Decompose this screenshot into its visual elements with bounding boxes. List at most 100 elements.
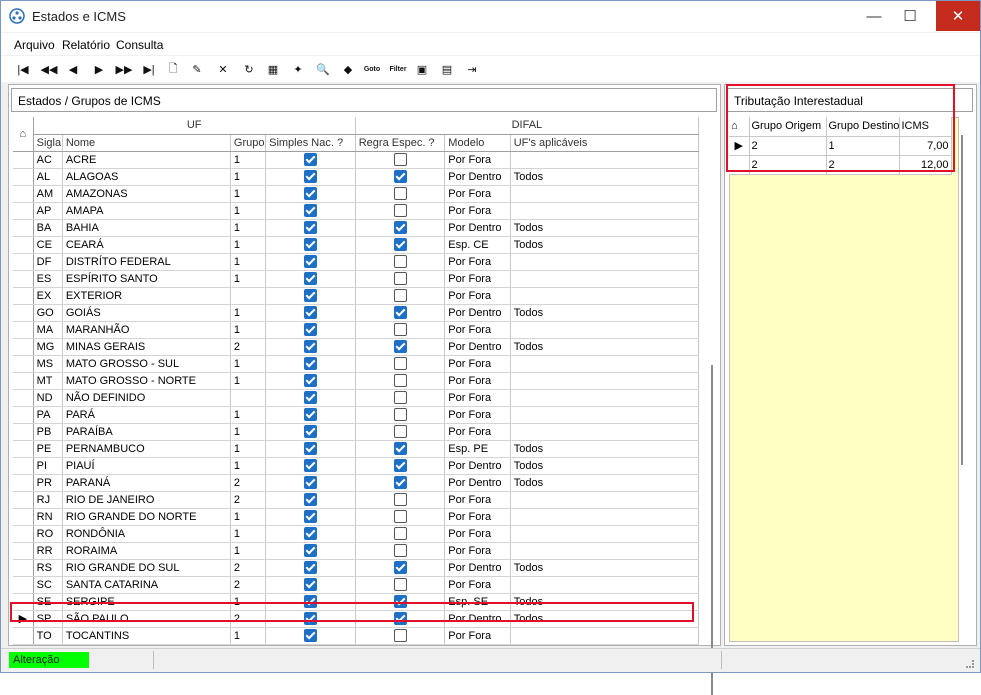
cell-grupo[interactable]: 1 <box>230 304 267 322</box>
cell-regra[interactable] <box>355 287 446 305</box>
cell-sigla[interactable]: DF <box>33 253 63 271</box>
cell-modelo[interactable]: Por Fora <box>444 151 511 169</box>
cell-sigla[interactable]: PI <box>33 457 63 475</box>
cell-simples[interactable] <box>265 219 356 237</box>
cell-ufs[interactable] <box>510 185 700 203</box>
cell-grupo[interactable]: 2 <box>230 474 267 492</box>
regra-checkbox[interactable] <box>393 425 407 438</box>
cell-grupo[interactable]: 1 <box>230 219 267 237</box>
simples-checkbox[interactable] <box>303 272 317 285</box>
cell-modelo[interactable]: Por Fora <box>444 202 511 220</box>
table-row[interactable]: PE PERNAMBUCO 1 Esp. PE Todos <box>13 440 700 458</box>
row-indicator[interactable] <box>13 491 34 509</box>
cell-grupo[interactable]: 1 <box>230 372 267 390</box>
simples-checkbox[interactable] <box>303 578 317 591</box>
prior-record-icon[interactable]: ◀ <box>63 59 83 79</box>
menu-relatorio[interactable]: Relatório <box>62 38 110 52</box>
simples-checkbox[interactable] <box>303 255 317 268</box>
table-row[interactable]: PR PARANÁ 2 Por Dentro Todos <box>13 474 700 492</box>
cell-modelo[interactable]: Por Dentro <box>444 457 511 475</box>
row-indicator[interactable] <box>13 406 34 424</box>
cell-grupo[interactable]: 2 <box>230 338 267 356</box>
filter-icon[interactable]: Filter <box>388 59 408 79</box>
cell-modelo[interactable]: Por Dentro <box>444 304 511 322</box>
regra-checkbox[interactable] <box>393 578 407 591</box>
cell-modelo[interactable]: Esp. CE <box>444 236 511 254</box>
cell-modelo[interactable]: Por Fora <box>444 372 511 390</box>
table-row[interactable]: RJ RIO DE JANEIRO 2 Por Fora <box>13 491 700 509</box>
cell-regra[interactable] <box>355 559 446 577</box>
regra-checkbox[interactable] <box>393 221 407 234</box>
cell-nome[interactable]: CEARÁ <box>62 236 231 254</box>
states-grid[interactable]: ⌂ UF DIFAL Sigla Nome Grupo Simples Nac.… <box>13 117 700 645</box>
cell-sigla[interactable]: PA <box>33 406 63 424</box>
col-grupo[interactable]: Grupo <box>230 134 267 152</box>
cell-ufs[interactable]: Todos <box>510 219 700 237</box>
cell-grupo[interactable] <box>230 389 267 407</box>
cell-simples[interactable] <box>265 508 356 526</box>
regra-checkbox[interactable] <box>393 527 407 540</box>
cell-simples[interactable] <box>265 559 356 577</box>
regra-checkbox[interactable] <box>393 408 407 421</box>
regra-checkbox[interactable] <box>393 170 407 183</box>
cell-sigla[interactable]: PR <box>33 474 63 492</box>
menu-consulta[interactable]: Consulta <box>116 38 163 52</box>
regra-checkbox[interactable] <box>393 510 407 523</box>
cell-modelo[interactable]: Por Fora <box>444 491 511 509</box>
cell-sigla[interactable]: BA <box>33 219 63 237</box>
cell-ufs[interactable]: Todos <box>510 304 700 322</box>
regra-checkbox[interactable] <box>393 374 407 387</box>
cell-grupo[interactable]: 1 <box>230 236 267 254</box>
cell-ufs[interactable]: Todos <box>510 236 700 254</box>
regra-checkbox[interactable] <box>393 629 407 642</box>
row-indicator[interactable] <box>13 576 34 594</box>
cell-simples[interactable] <box>265 491 356 509</box>
regra-checkbox[interactable] <box>393 323 407 336</box>
cell-ufs[interactable] <box>510 491 700 509</box>
cell-ufs[interactable]: Todos <box>510 168 700 186</box>
cell-modelo[interactable]: Por Fora <box>444 406 511 424</box>
cell-simples[interactable] <box>265 457 356 475</box>
cell-nome[interactable]: PARÁ <box>62 406 231 424</box>
col-nome[interactable]: Nome <box>62 134 231 152</box>
row-indicator[interactable] <box>13 304 34 322</box>
states-scrollbar[interactable] <box>711 365 713 695</box>
cell-nome[interactable]: BAHIA <box>62 219 231 237</box>
simples-checkbox[interactable] <box>303 544 317 557</box>
cell-sigla[interactable]: TO <box>33 627 63 645</box>
cell-sigla[interactable]: RS <box>33 559 63 577</box>
row-indicator[interactable] <box>13 372 34 390</box>
cell-grupo[interactable]: 1 <box>230 508 267 526</box>
maximize-button[interactable]: ☐ <box>893 1 927 31</box>
col-sigla[interactable]: Sigla <box>33 134 63 152</box>
simples-checkbox[interactable] <box>303 187 317 200</box>
cell-sigla[interactable]: RJ <box>33 491 63 509</box>
row-indicator[interactable] <box>13 508 34 526</box>
cell-ufs[interactable]: Todos <box>510 559 700 577</box>
cell-ufs[interactable] <box>510 270 700 288</box>
table-row[interactable]: AL ALAGOAS 1 Por Dentro Todos <box>13 168 700 186</box>
simples-checkbox[interactable] <box>303 527 317 540</box>
new-icon[interactable]: 🗋 <box>163 59 183 79</box>
cell-ufs[interactable] <box>510 576 700 594</box>
simples-checkbox[interactable] <box>303 357 317 370</box>
cell-nome[interactable]: AMAPA <box>62 202 231 220</box>
table-row[interactable]: MA MARANHÃO 1 Por Fora <box>13 321 700 339</box>
simples-checkbox[interactable] <box>303 493 317 506</box>
row-indicator[interactable] <box>13 457 34 475</box>
table-row[interactable]: EX EXTERIOR Por Fora <box>13 287 700 305</box>
cell-simples[interactable] <box>265 474 356 492</box>
cell-ufs[interactable] <box>510 151 700 169</box>
cell-nome[interactable]: DISTRÍTO FEDERAL <box>62 253 231 271</box>
simples-checkbox[interactable] <box>303 323 317 336</box>
next-record-icon[interactable]: ▶ <box>89 59 109 79</box>
row-indicator[interactable] <box>13 168 34 186</box>
cell-modelo[interactable]: Por Dentro <box>444 338 511 356</box>
cell-simples[interactable] <box>265 423 356 441</box>
eraser-icon[interactable]: ◆ <box>338 59 358 79</box>
regra-checkbox[interactable] <box>393 255 407 268</box>
cell-nome[interactable]: SANTA CATARINA <box>62 576 231 594</box>
cell-regra[interactable] <box>355 576 446 594</box>
table-row[interactable]: GO GOIÁS 1 Por Dentro Todos <box>13 304 700 322</box>
cell-nome[interactable]: AMAZONAS <box>62 185 231 203</box>
